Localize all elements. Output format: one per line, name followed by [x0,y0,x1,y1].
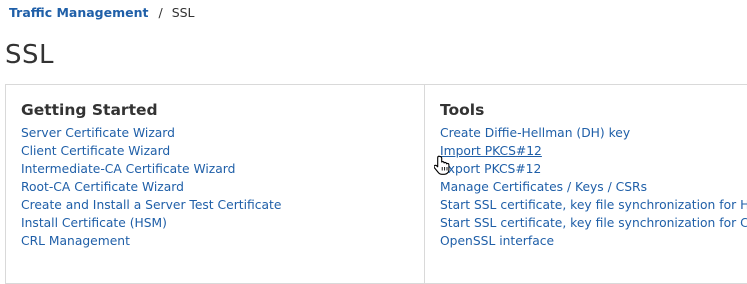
list-item: Server Certificate Wizard [21,124,281,142]
create-install-server-test-certificate-link[interactable]: Create and Install a Server Test Certifi… [21,198,281,212]
getting-started-links: Server Certificate Wizard Client Certifi… [21,124,281,250]
list-item: Create Diffie-Hellman (DH) key [440,124,747,142]
crl-management-link[interactable]: CRL Management [21,234,130,248]
list-item: Intermediate-CA Certificate Wizard [21,160,281,178]
breadcrumb-separator: / [158,5,163,20]
client-certificate-wizard-link[interactable]: Client Certificate Wizard [21,144,170,158]
list-item: Manage Certificates / Keys / CSRs [440,178,747,196]
server-certificate-wizard-link[interactable]: Server Certificate Wizard [21,126,175,140]
breadcrumb: Traffic Management / SSL [9,5,195,21]
install-certificate-hsm-link[interactable]: Install Certificate (HSM) [21,216,167,230]
tools-links: Create Diffie-Hellman (DH) key Import PK… [440,124,747,250]
list-item: Client Certificate Wizard [21,142,281,160]
openssl-interface-link[interactable]: OpenSSL interface [440,234,554,248]
getting-started-heading: Getting Started [21,101,158,119]
ssl-sync-cluster-link[interactable]: Start SSL certificate, key file synchron… [440,216,747,230]
export-pkcs12-link[interactable]: Export PKCS#12 [440,162,541,176]
tools-heading: Tools [440,101,485,119]
page-title: SSL [5,40,54,70]
list-item: Export PKCS#12 [440,160,747,178]
list-item: Import PKCS#12 [440,142,747,160]
getting-started-section: Getting Started Server Certificate Wizar… [6,85,425,283]
ssl-overview-panel: Getting Started Server Certificate Wizar… [5,84,747,284]
list-item: CRL Management [21,232,281,250]
list-item: Create and Install a Server Test Certifi… [21,196,281,214]
intermediate-ca-certificate-wizard-link[interactable]: Intermediate-CA Certificate Wizard [21,162,235,176]
manage-certificates-keys-csrs-link[interactable]: Manage Certificates / Keys / CSRs [440,180,647,194]
list-item: OpenSSL interface [440,232,747,250]
root-ca-certificate-wizard-link[interactable]: Root-CA Certificate Wizard [21,180,184,194]
list-item: Start SSL certificate, key file synchron… [440,196,747,214]
tools-section: Tools Create Diffie-Hellman (DH) key Imp… [425,85,747,283]
import-pkcs12-link[interactable]: Import PKCS#12 [440,144,542,158]
list-item: Install Certificate (HSM) [21,214,281,232]
create-diffie-hellman-key-link[interactable]: Create Diffie-Hellman (DH) key [440,126,630,140]
ssl-sync-ha-link[interactable]: Start SSL certificate, key file synchron… [440,198,747,212]
list-item: Root-CA Certificate Wizard [21,178,281,196]
list-item: Start SSL certificate, key file synchron… [440,214,747,232]
breadcrumb-current: SSL [171,5,195,20]
breadcrumb-traffic-management-link[interactable]: Traffic Management [9,5,148,20]
